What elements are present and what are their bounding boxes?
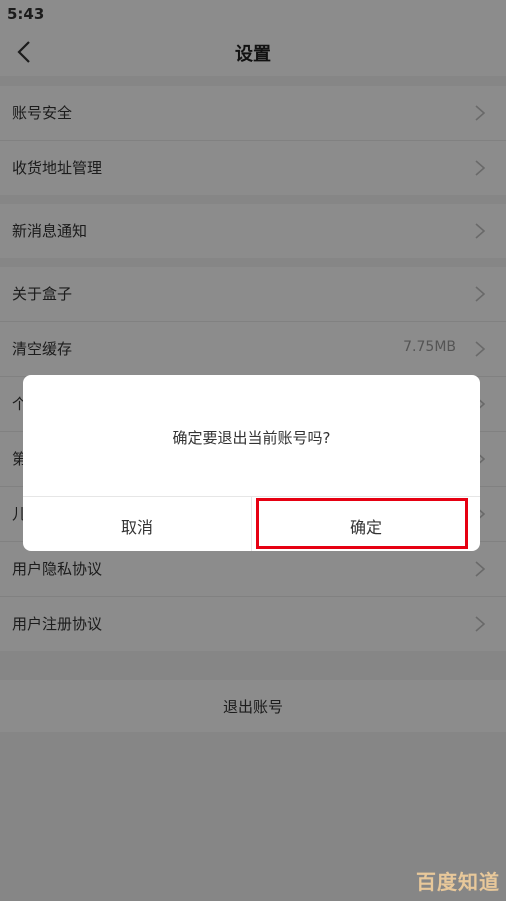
watermark: 百度知道 — [416, 870, 500, 894]
dialog-message: 确定要退出当前账号吗? — [172, 429, 331, 447]
cancel-label: 取消 — [120, 518, 153, 537]
cancel-button[interactable]: 取消 — [23, 497, 251, 551]
highlight-box — [256, 498, 468, 549]
